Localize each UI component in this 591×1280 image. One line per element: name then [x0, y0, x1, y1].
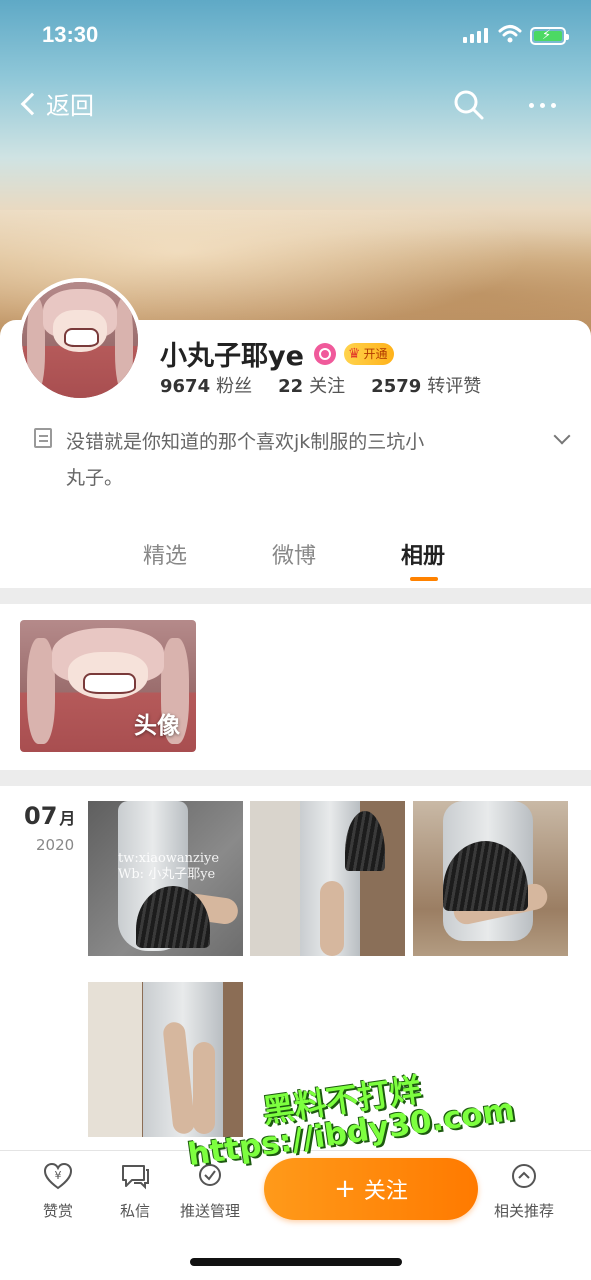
svg-text:¥: ¥ [55, 1169, 62, 1182]
avatar[interactable] [18, 278, 142, 402]
message-button[interactable]: 私信 [95, 1162, 175, 1221]
avatar-image [22, 282, 138, 398]
verified-badge-icon[interactable] [313, 342, 336, 365]
chat-bubble-icon [122, 1165, 149, 1190]
profile-tabs: 精选 微博 相册 [0, 530, 591, 588]
document-icon [34, 428, 52, 448]
push-icon [199, 1164, 221, 1186]
status-bar: 13:30 ⚡ [0, 0, 591, 70]
vip-badge[interactable]: ♛ 开通 [343, 342, 394, 365]
reward-label: 赞赏 [42, 1202, 73, 1220]
recommend-label: 相关推荐 [493, 1202, 554, 1220]
timeline-year: 2020 [36, 836, 75, 854]
tab-weibo[interactable]: 微博 [272, 538, 316, 570]
photo-thumbnail[interactable] [88, 982, 243, 1137]
profile-stats: 9674 粉丝 22 关注 2579 转评赞 [160, 372, 481, 398]
photo-thumbnail[interactable]: tw:xiaowanziye Wb: 小丸子耶ye [88, 801, 243, 956]
back-label: 返回 [46, 92, 94, 120]
message-label: 私信 [119, 1202, 150, 1220]
album-tile-avatar[interactable]: 头像 [20, 620, 196, 752]
more-icon[interactable] [522, 88, 562, 122]
album-label: 头像 [134, 713, 180, 739]
wifi-icon [498, 25, 522, 43]
push-management-button[interactable]: 推送管理 [170, 1162, 250, 1221]
heart-yen-icon: ¥ [43, 1162, 73, 1190]
bio-text: 没错就是你知道的那个喜欢jk制服的三坑小 丸子。 [66, 431, 425, 489]
back-button[interactable]: 返回 [18, 86, 94, 121]
push-label: 推送管理 [179, 1202, 240, 1220]
battery-icon: ⚡ [530, 27, 569, 45]
home-indicator [190, 1258, 402, 1266]
follow-label: 关注 [363, 1179, 408, 1204]
chevron-up-circle-icon [512, 1164, 536, 1188]
watermark-line-2: Wb: 小丸子耶ye [118, 867, 216, 882]
crown-icon: ♛ [347, 345, 361, 362]
status-time: 13:30 [42, 22, 99, 47]
photo-thumbnail[interactable] [250, 801, 405, 956]
cellular-signal-icon [463, 28, 488, 43]
tab-album[interactable]: 相册 [401, 538, 445, 570]
top-nav: 返回 [0, 80, 591, 130]
profile-name-row: 小丸子耶ye ♛ 开通 [160, 334, 394, 373]
watermark-line-1: tw:xiaowanziye [118, 851, 220, 866]
stat-followers[interactable]: 9674 粉丝 [160, 372, 252, 398]
reward-button[interactable]: ¥ 赞赏 [18, 1162, 98, 1221]
chevron-left-icon [20, 92, 44, 115]
plus-icon: + [334, 1174, 356, 1204]
search-icon[interactable] [452, 88, 486, 122]
profile-name: 小丸子耶ye [160, 341, 304, 372]
vip-label: 开通 [363, 347, 388, 361]
stat-reposts-comments-likes[interactable]: 2579 转评赞 [371, 372, 481, 398]
timeline-month: 07 月 [24, 802, 76, 830]
related-recommend-button[interactable]: 相关推荐 [484, 1162, 564, 1221]
tab-featured[interactable]: 精选 [143, 538, 187, 570]
stat-following[interactable]: 22 关注 [278, 372, 345, 398]
follow-button[interactable]: + 关注 [264, 1158, 478, 1220]
photo-thumbnail[interactable] [413, 801, 568, 956]
active-tab-indicator [410, 577, 438, 581]
